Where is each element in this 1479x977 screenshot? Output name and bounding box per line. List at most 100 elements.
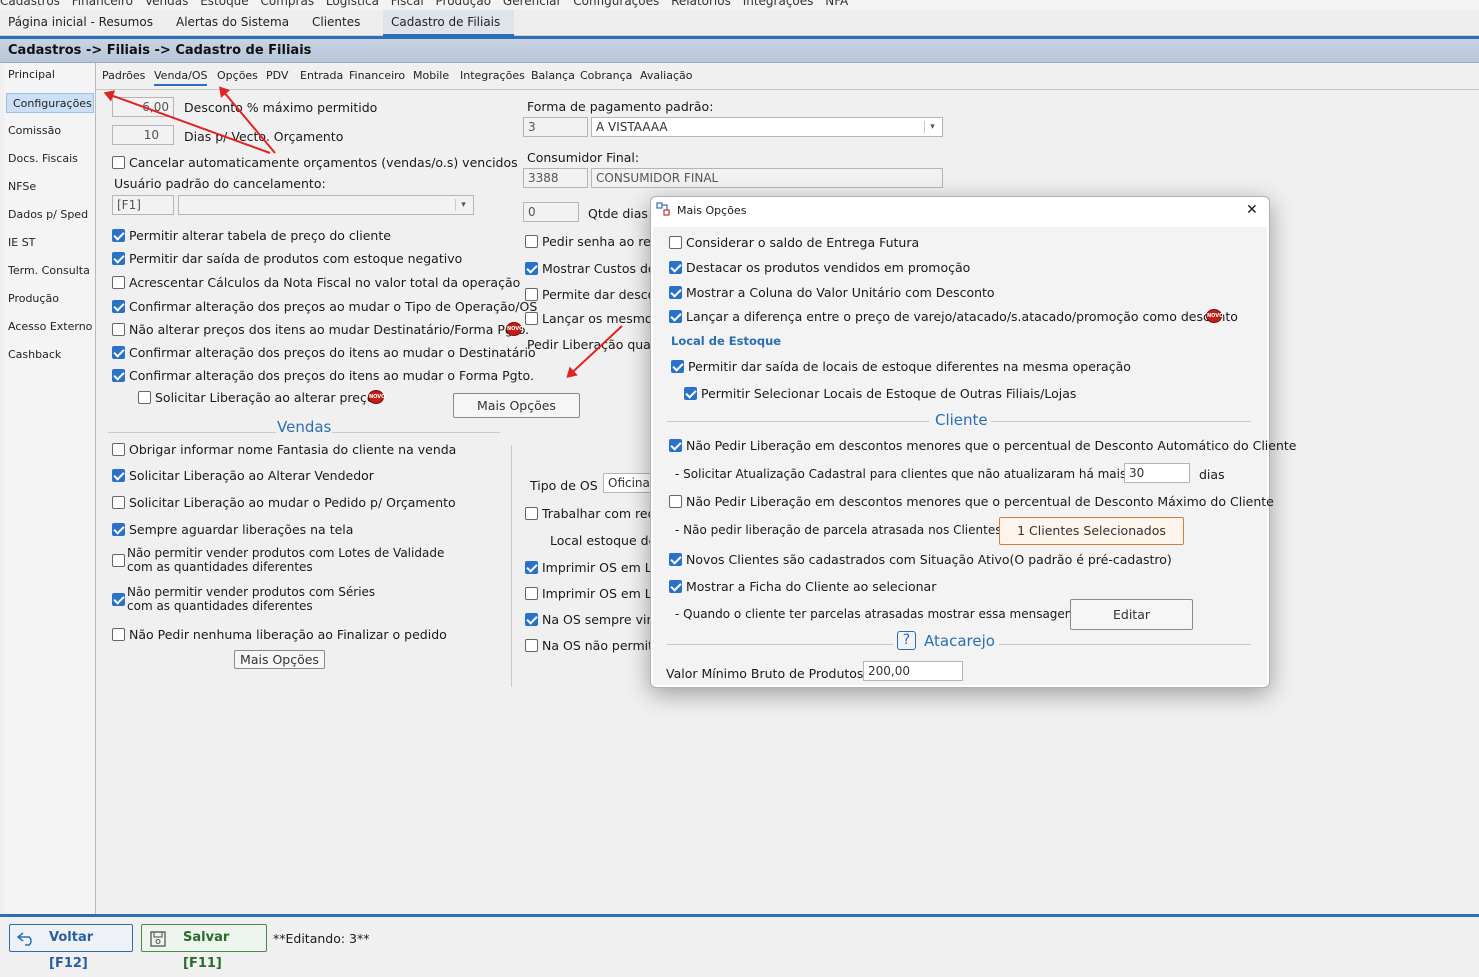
nav-docs-fiscais[interactable]: Docs. Fiscais	[8, 149, 78, 169]
subtab-financeiro[interactable]: Financeiro	[349, 69, 405, 82]
consumidor-code-input[interactable]: 3388	[523, 168, 588, 188]
check-calculos-nf[interactable]	[112, 276, 125, 289]
clientes-selecionados-button[interactable]: 1 Clientes Selecionados	[999, 517, 1184, 545]
tab-clientes[interactable]: Clientes	[304, 10, 368, 36]
menu-compras[interactable]: Compras	[261, 0, 315, 8]
subtab-mobile[interactable]: Mobile	[413, 69, 449, 82]
check-mostrar-ficha[interactable]	[669, 580, 682, 593]
cancelar-label: Cancelar automaticamente orçamentos (ven…	[129, 155, 518, 170]
check-pedir-senha[interactable]	[525, 235, 538, 248]
check-alterar-tabela[interactable]	[112, 229, 125, 242]
subtab-avaliacao[interactable]: Avaliação	[640, 69, 693, 82]
help-icon[interactable]: ?	[897, 631, 916, 650]
nav-dados-sped[interactable]: Dados p/ Sped	[8, 205, 88, 225]
check-imprimir-os-1[interactable]	[525, 561, 538, 574]
check-destinatario[interactable]	[112, 346, 125, 359]
check-lancar-mesmos[interactable]	[525, 312, 538, 325]
consumidor-name-input[interactable]: CONSUMIDOR FINAL	[591, 168, 943, 188]
tab-alertas[interactable]: Alertas do Sistema	[168, 10, 297, 36]
nav-ie-st[interactable]: IE ST	[8, 233, 35, 253]
tab-cadastro-filiais[interactable]: Cadastro de Filiais	[383, 10, 514, 36]
subtab-pdv[interactable]: PDV	[266, 69, 288, 82]
menu-logistica[interactable]: Logística	[326, 0, 379, 8]
qtde-dias-input[interactable]: 0	[523, 202, 579, 222]
menu-vendas[interactable]: Vendas	[145, 0, 189, 8]
editar-button[interactable]: Editar	[1070, 599, 1193, 630]
check-locais-diferentes[interactable]	[671, 360, 684, 373]
check-lancar-diferenca[interactable]	[669, 310, 682, 323]
menu-nfa[interactable]: NFA	[825, 0, 848, 8]
subtab-integracoes[interactable]: Integrações	[460, 69, 525, 82]
usuario-select[interactable]: ▾	[178, 195, 474, 215]
check-series[interactable]	[112, 593, 125, 606]
check-nao-pedir-finalizar[interactable]	[112, 628, 125, 641]
check-estoque-negativo[interactable]	[112, 252, 125, 265]
subtab-opcoes[interactable]: Opções	[217, 69, 258, 82]
salvar-button[interactable]: Salvar [F11]	[141, 924, 267, 971]
menu-estoque[interactable]: Estoque	[200, 0, 249, 8]
tab-pagina-inicial[interactable]: Página inicial - Resumos	[0, 10, 161, 36]
menu-gerenciar[interactable]: Gerenciar	[503, 0, 562, 8]
voltar-button[interactable]: Voltar [F12]	[9, 924, 133, 971]
usuario-label: Usuário padrão do cancelamento:	[114, 176, 326, 191]
check-outras-filiais[interactable]	[684, 387, 697, 400]
divider	[667, 644, 893, 645]
close-icon[interactable]: ✕	[1246, 202, 1258, 218]
cancelar-checkbox[interactable]	[112, 156, 125, 169]
mais-opcoes-vendas-button[interactable]: Mais Opções	[234, 650, 325, 669]
check-os-sempre[interactable]	[525, 613, 538, 626]
local-estoque-title: Local de Estoque	[671, 334, 782, 348]
menu-fiscal[interactable]: Fiscal	[391, 0, 424, 8]
nav-cashback[interactable]: Cashback	[8, 345, 61, 365]
check-desconto-maximo[interactable]	[669, 495, 682, 508]
divider	[108, 432, 276, 433]
nav-comissao[interactable]: Comissão	[8, 121, 61, 141]
forma-select[interactable]: A VISTAAAA ▾	[591, 117, 943, 137]
nav-configuracoes[interactable]: Configurações	[6, 93, 94, 113]
menu-financeiro[interactable]: Financeiro	[72, 0, 133, 8]
check-imprimir-os-2[interactable]	[525, 587, 538, 600]
check-alterar-vendedor[interactable]	[112, 469, 125, 482]
label-alterar-tabela: Permitir alterar tabela de preço do clie…	[129, 228, 391, 243]
check-nome-fantasia[interactable]	[112, 443, 125, 456]
nav-principal[interactable]: Principal	[8, 65, 55, 85]
label-outras-filiais: Permitir Selecionar Locais de Estoque de…	[701, 386, 1077, 401]
check-mostrar-custos[interactable]	[525, 262, 538, 275]
menu-relatorios[interactable]: Relatórios	[671, 0, 731, 8]
check-novos-clientes[interactable]	[669, 553, 682, 566]
subtab-balanca[interactable]: Balança	[531, 69, 575, 82]
nav-nfse[interactable]: NFSe	[8, 177, 36, 197]
menu-cadastros[interactable]: Cadastros	[0, 0, 60, 8]
menu-configuracoes[interactable]: Configurações	[573, 0, 659, 8]
check-coluna-valor-unitario[interactable]	[669, 286, 682, 299]
divider	[667, 421, 929, 422]
subtab-entrada[interactable]: Entrada	[300, 69, 343, 82]
subtab-padroes[interactable]: Padrões	[102, 69, 145, 82]
menu-producao[interactable]: Produção	[436, 0, 492, 8]
check-entrega-futura[interactable]	[669, 236, 682, 249]
dias-atualizacao-input[interactable]: 30	[1124, 463, 1190, 483]
check-lotes-validade[interactable]	[112, 554, 125, 567]
forma-code-input[interactable]: 3	[523, 117, 588, 137]
usuario-code-input[interactable]: [F1]	[112, 195, 174, 215]
subtab-cobranca[interactable]: Cobrança	[580, 69, 632, 82]
nav-acesso-externo[interactable]: Acesso Externo	[8, 317, 92, 337]
check-desconto-automatico[interactable]	[669, 439, 682, 452]
mais-opcoes-button[interactable]: Mais Opções	[453, 393, 580, 418]
check-nao-alterar-precos[interactable]	[112, 323, 125, 336]
menu-integracoes[interactable]: Integrações	[743, 0, 814, 8]
check-tipo-operacao[interactable]	[112, 300, 125, 313]
check-trabalhar-req[interactable]	[525, 507, 538, 520]
valor-minimo-input[interactable]: 200,00	[863, 661, 963, 681]
check-aguardar-liberacoes[interactable]	[112, 523, 125, 536]
check-permite-desconto[interactable]	[525, 288, 538, 301]
subtab-venda-os[interactable]: Venda/OS	[154, 69, 208, 86]
dias-vecto-input[interactable]: 10	[112, 125, 174, 145]
check-os-nao-permite[interactable]	[525, 639, 538, 652]
nav-term-consulta[interactable]: Term. Consulta	[8, 261, 90, 281]
nav-producao[interactable]: Produção	[8, 289, 59, 309]
check-destacar-promocao[interactable]	[669, 261, 682, 274]
check-forma-pgto[interactable]	[112, 369, 125, 382]
check-pedido-orcamento[interactable]	[112, 496, 125, 509]
check-solicitar-liberacao-precos[interactable]	[138, 391, 151, 404]
